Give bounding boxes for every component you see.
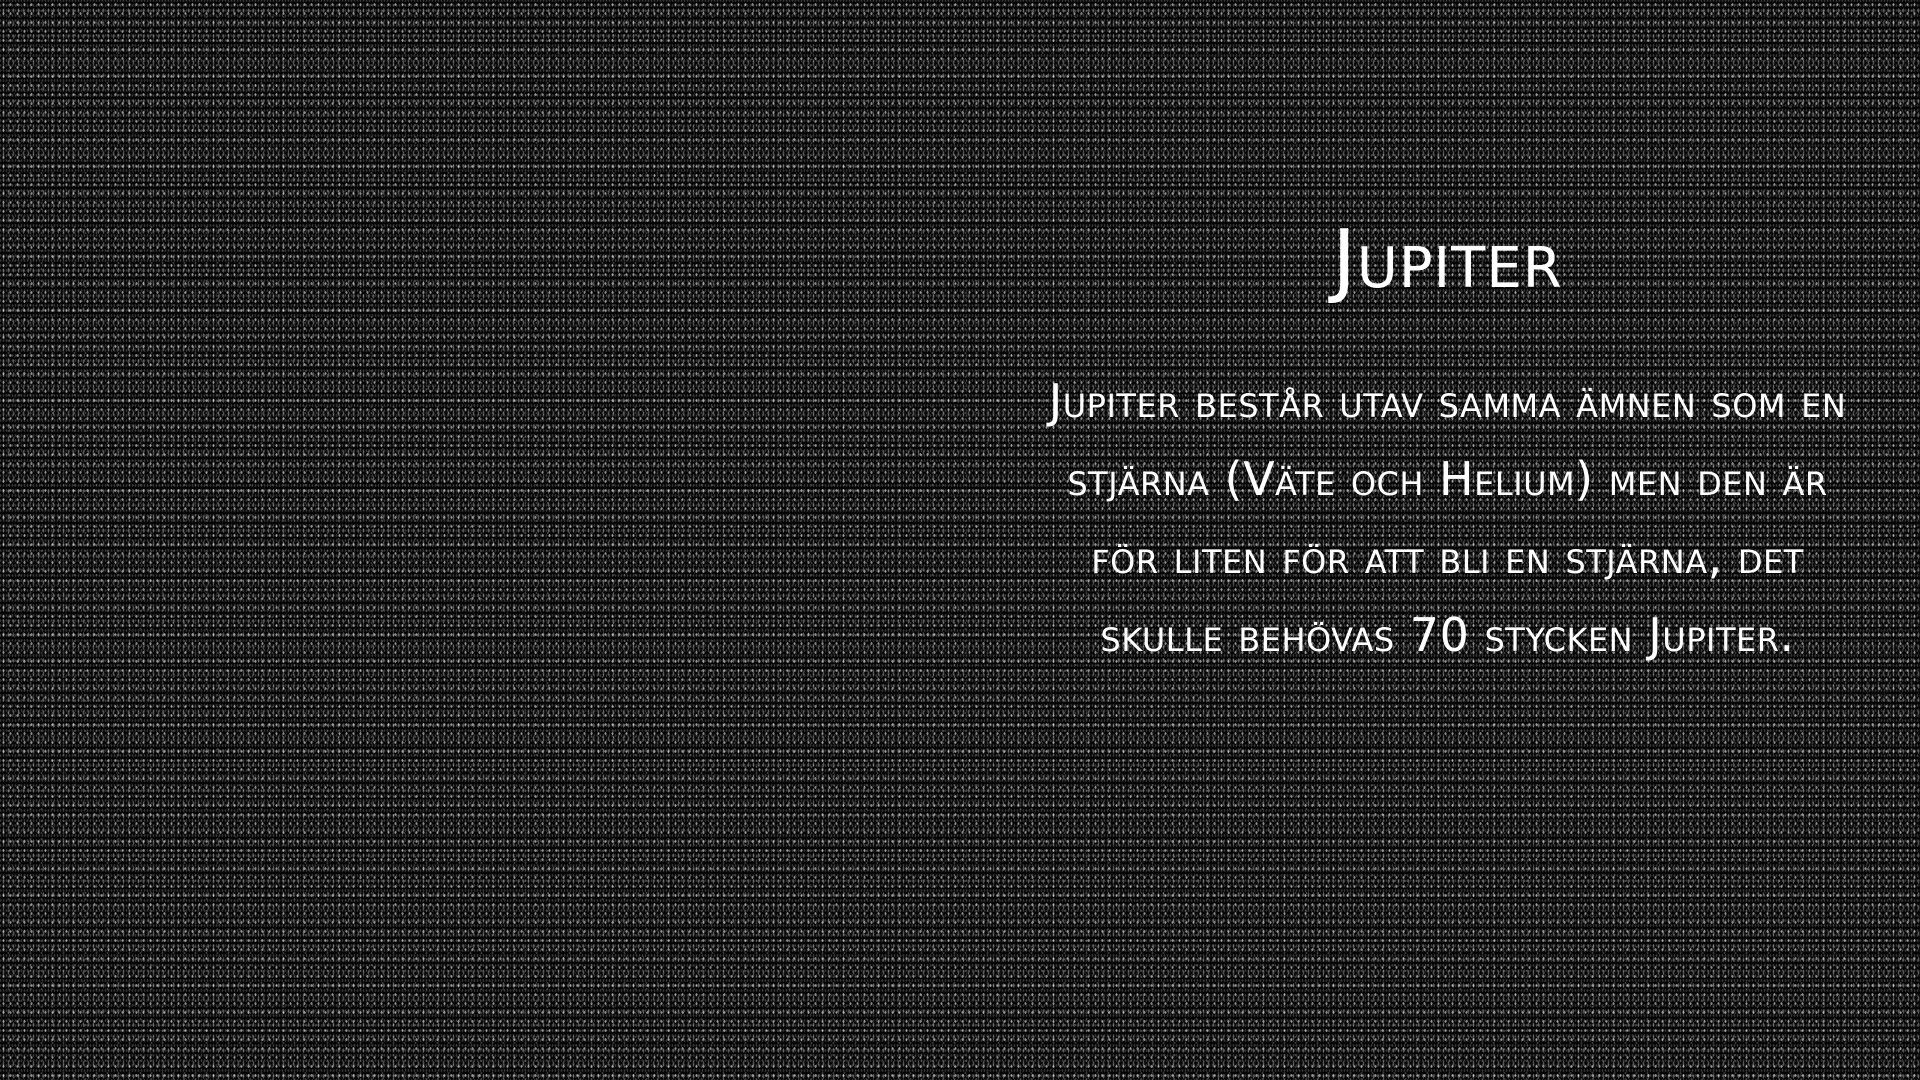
slide-body-text: Jupiter består utav samma ämnen som en s… — [1048, 374, 1847, 662]
slide: Jupiter Jupiter består utav samma ämnen … — [0, 0, 1920, 1080]
slide-title: Jupiter — [1332, 213, 1563, 306]
slide-text-block: Jupiter Jupiter består utav samma ämnen … — [1045, 200, 1850, 674]
